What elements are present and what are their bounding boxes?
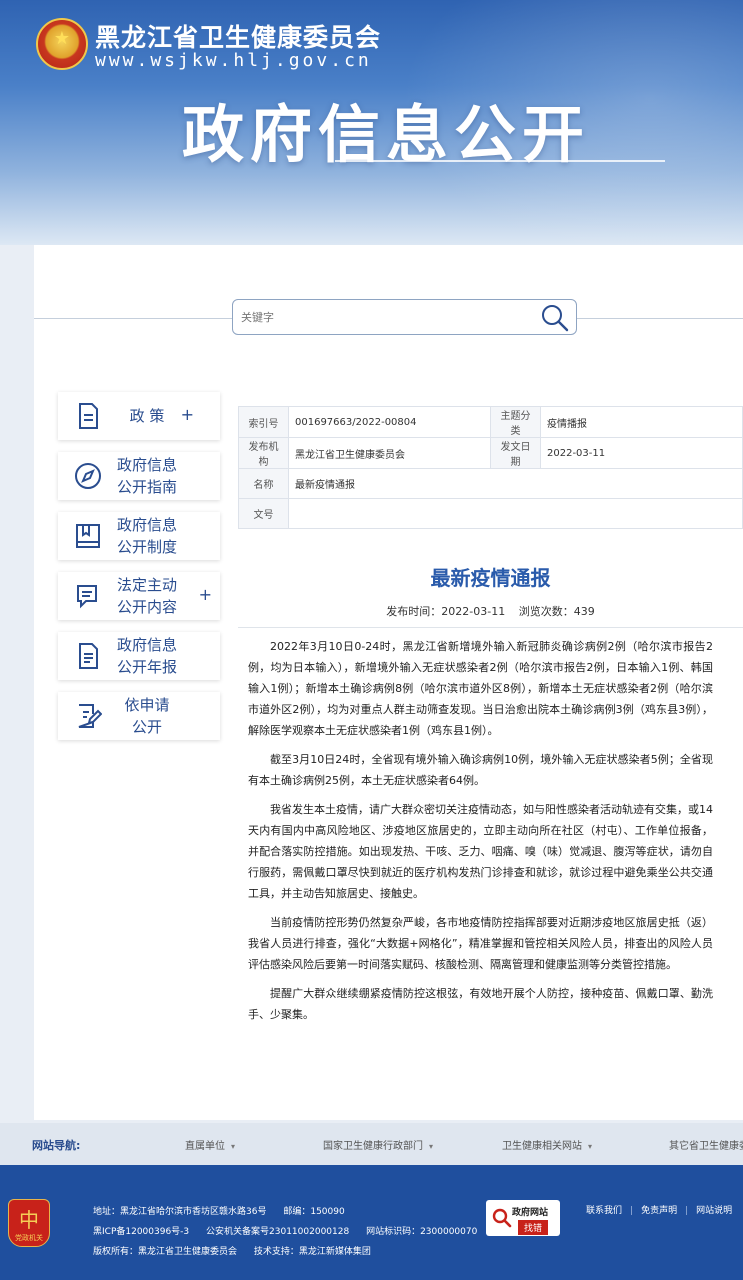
org-label: 发布机构	[238, 437, 289, 469]
expand-icon: +	[198, 585, 212, 604]
link-separator: |	[685, 1206, 689, 1216]
nav-link-affiliated-units[interactable]: 直属单位 ▾	[185, 1137, 235, 1152]
site-url: www.wsjkw.hlj.gov.cn	[95, 50, 372, 71]
org-value: 黑龙江省卫生健康委员会	[288, 437, 491, 469]
article-paragraph: 提醒广大群众继续绷紧疫情防控这根弦，有效地开展个人防控，接种疫苗、佩戴口罩、勤洗…	[248, 987, 713, 1021]
edit-document-icon	[78, 704, 102, 728]
footer-copyright: 版权所有：黑龙江省卫生健康委员会	[93, 1247, 238, 1257]
search-input[interactable]	[241, 306, 531, 328]
site-header: ★ 黑龙江省卫生健康委员会 www.wsjkw.hlj.gov.cn 政府信息公…	[0, 0, 743, 245]
index-value: 001697663/2022-00804	[288, 406, 491, 438]
nav-link-label: 国家卫生健康行政部门	[323, 1141, 423, 1152]
doc-number-label: 文号	[238, 498, 289, 529]
search-button[interactable]	[540, 303, 570, 333]
magnifier-icon	[492, 1208, 512, 1228]
article-body: 2022年3月10日0-24时，黑龙江省新增境外输入新冠肺炎确诊病例2例（哈尔滨…	[248, 636, 713, 1033]
table-row: 发布机构 黑龙江省卫生健康委员会 发文日期 2022-03-11	[238, 437, 743, 469]
search-icon	[542, 305, 569, 332]
article-meta: 发布时间：2022-03-11 浏览次数：439	[238, 603, 743, 619]
footer-address: 地址：黑龙江省哈尔滨市香坊区赣水路36号	[93, 1207, 267, 1217]
footer-support: 技术支持：黑龙江新媒体集团	[253, 1247, 371, 1257]
gov-site-error-report-button[interactable]: 政府网站 找错	[486, 1200, 560, 1236]
table-row: 文号	[238, 498, 743, 529]
site-name: 黑龙江省卫生健康委员会	[95, 23, 382, 52]
nav-link-national-health[interactable]: 国家卫生健康行政部门 ▾	[323, 1137, 433, 1152]
site-footer: 中 党政机关 地址：黑龙江省哈尔滨市香坊区赣水路36号 邮编：150090 黑I…	[0, 1165, 743, 1280]
site-info-link[interactable]: 网站说明	[696, 1206, 732, 1216]
expand-icon: +	[180, 405, 194, 424]
publish-time: 发布时间：2022-03-11	[386, 605, 506, 618]
topic-label: 主题分类	[490, 406, 541, 438]
sidebar-item-guide[interactable]: 政府信息 公开指南	[58, 452, 220, 500]
name-label: 名称	[238, 468, 289, 499]
article-divider	[238, 627, 743, 628]
sidebar-item-application[interactable]: 依申请 公开	[58, 692, 220, 740]
sidebar-item-label: 政府信息 公开指南	[116, 456, 177, 496]
report-icon	[79, 643, 98, 669]
book-icon	[76, 524, 100, 548]
view-count: 浏览次数：439	[518, 605, 595, 618]
table-row: 索引号 001697663/2022-00804 主题分类 疫情播报	[238, 406, 743, 438]
footer-site-id: 网站标识码：2300000070	[366, 1227, 478, 1237]
article-paragraph: 2022年3月10日0-24时，黑龙江省新增境外输入新冠肺炎确诊病例2例（哈尔滨…	[248, 640, 713, 737]
sidebar-item-label: 政 策	[129, 407, 165, 425]
search-box	[232, 299, 577, 335]
chevron-down-icon: ▾	[429, 1142, 434, 1151]
sidebar-item-label: 法定主动 公开内容	[116, 576, 177, 616]
sidebar-item-policy[interactable]: 政 策 +	[58, 392, 220, 440]
sidebar-item-annual-report[interactable]: 政府信息 公开年报	[58, 632, 220, 680]
nav-link-label: 卫生健康相关网站	[502, 1141, 582, 1152]
sidebar-item-system[interactable]: 政府信息 公开制度	[58, 512, 220, 560]
site-navigation-bar: 网站导航: 直属单位 ▾ 国家卫生健康行政部门 ▾ 卫生健康相关网站 ▾ 其它省卫生健…	[0, 1123, 743, 1165]
footer-postcode: 邮编：150090	[283, 1207, 345, 1217]
document-icon	[79, 403, 98, 429]
chevron-down-icon: ▾	[588, 1142, 593, 1151]
party-government-badge[interactable]: 中 党政机关	[8, 1199, 50, 1247]
sidebar-item-label: 政府信息 公开制度	[116, 516, 177, 556]
footer-address-line: 地址：黑龙江省哈尔滨市香坊区赣水路36号 邮编：150090	[93, 1204, 359, 1217]
sidebar-item-statutory[interactable]: 法定主动 公开内容 +	[58, 572, 220, 620]
date-label: 发文日期	[490, 437, 541, 469]
article-title: 最新疫情通报	[430, 566, 551, 590]
name-value: 最新疫情通报	[288, 468, 743, 499]
table-row: 名称 最新疫情通报	[238, 468, 743, 499]
badge-action: 找错	[518, 1220, 549, 1235]
chat-list-icon	[77, 585, 97, 609]
nav-link-health-sites[interactable]: 卫生健康相关网站 ▾	[502, 1137, 592, 1152]
footer-record-line: 黑ICP备12000396号-3 公安机关备案号23011002000128 网…	[93, 1224, 491, 1237]
footer-icp: 黑ICP备12000396号-3	[93, 1227, 190, 1237]
article-paragraph: 我省发生本土疫情，请广大群众密切关注疫情动态，如与阳性感染者活动轨迹有交集，或1…	[248, 803, 713, 900]
index-label: 索引号	[238, 406, 289, 438]
search-divider-left	[34, 318, 232, 319]
date-value: 2022-03-11	[540, 437, 743, 469]
link-separator: |	[630, 1206, 634, 1216]
nav-link-other-provinces[interactable]: 其它省卫生健康委	[669, 1137, 743, 1152]
article-paragraph: 当前疫情防控形势仍然复杂严峻，各市地疫情防控指挥部要对近期涉疫地区旅居史抵（返）…	[248, 916, 713, 971]
site-navigation-title: 网站导航:	[32, 1139, 81, 1152]
document-info-table: 索引号 001697663/2022-00804 主题分类 疫情播报 发布机构 …	[238, 406, 743, 529]
article-paragraph: 截至3月10日24时，全省现有境外输入确诊病例10例，境外输入无症状感染者5例；…	[248, 753, 713, 787]
contact-us-link[interactable]: 联系我们	[586, 1206, 622, 1216]
party-badge-caption: 党政机关	[15, 1234, 43, 1242]
doc-number-value	[288, 498, 743, 529]
nav-link-label: 直属单位	[185, 1141, 225, 1152]
topic-value: 疫情播报	[540, 406, 743, 438]
search-divider-right	[577, 318, 743, 319]
compass-icon	[75, 463, 101, 489]
footer-links: 联系我们 | 免责声明 | 网站说明	[586, 1203, 732, 1216]
nav-link-label: 其它省卫生健康委	[669, 1141, 743, 1152]
disclaimer-link[interactable]: 免责声明	[641, 1206, 677, 1216]
badge-title: 政府网站	[512, 1208, 549, 1218]
sidebar-item-label: 依申请 公开	[124, 696, 170, 736]
chevron-down-icon: ▾	[231, 1142, 236, 1151]
sidebar-item-label: 政府信息 公开年报	[116, 636, 177, 676]
footer-copyright-line: 版权所有：黑龙江省卫生健康委员会 技术支持：黑龙江新媒体集团	[93, 1244, 385, 1257]
title-underline	[335, 160, 665, 162]
party-emblem-icon: 中	[19, 1208, 39, 1232]
footer-police-record: 公安机关备案号23011002000128	[206, 1227, 350, 1237]
national-emblem-icon: ★	[36, 18, 88, 70]
